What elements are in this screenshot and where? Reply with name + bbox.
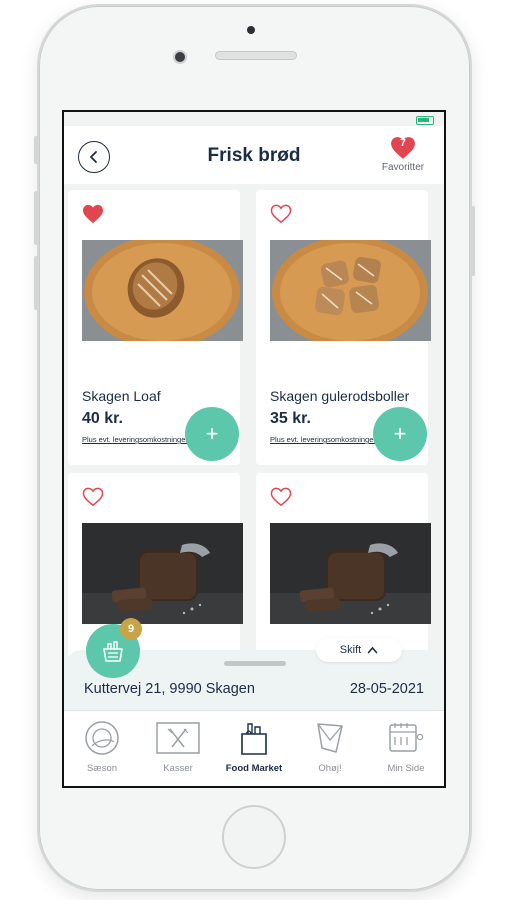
favorites-count: 7 xyxy=(400,138,406,149)
delivery-cost-note[interactable]: Plus evt. leveringsomkostninger xyxy=(270,435,380,444)
heart-filled-icon[interactable] xyxy=(82,204,104,224)
plate-icon xyxy=(64,719,140,757)
product-image[interactable] xyxy=(270,523,431,624)
plus-icon: + xyxy=(393,421,407,446)
product-name: Skagen gulerodsboller xyxy=(270,388,410,404)
product-image[interactable] xyxy=(270,240,431,341)
heart-icon: 7 xyxy=(390,136,416,160)
tab-label: Food Market xyxy=(225,763,283,774)
power-button xyxy=(471,206,475,276)
heart-outline-icon[interactable] xyxy=(270,204,292,224)
plus-icon: + xyxy=(205,421,219,446)
app-screen: Frisk brød 7 Favoritter Skagen Loaf 40 k… xyxy=(62,110,446,788)
grocery-bag-icon xyxy=(216,719,292,757)
cutlery-icon xyxy=(140,719,216,757)
basket-icon xyxy=(103,641,123,662)
tab-label: Ohøj! xyxy=(318,763,342,774)
calendar-icon xyxy=(368,719,444,757)
battery-icon xyxy=(416,116,434,125)
volume-up-button xyxy=(34,191,38,245)
tab-food-market[interactable]: Food Market xyxy=(216,719,292,774)
proximity-sensor xyxy=(247,26,255,34)
tab-label: Kasser xyxy=(163,763,193,774)
heart-outline-icon[interactable] xyxy=(270,487,292,507)
favorites-label: Favoritter xyxy=(381,162,425,173)
heart-outline-icon[interactable] xyxy=(82,487,104,507)
volume-down-button xyxy=(34,256,38,310)
delivery-date: 28-05-2021 xyxy=(349,681,424,697)
tab-saeson[interactable]: Sæson xyxy=(64,719,140,774)
earpiece-speaker xyxy=(215,51,297,60)
sheet-grabber[interactable] xyxy=(224,661,286,666)
product-price: 40 kr. xyxy=(82,410,123,427)
add-to-basket-button[interactable]: + xyxy=(373,407,427,461)
switch-delivery-button[interactable]: Skift xyxy=(316,638,402,662)
product-price: 35 kr. xyxy=(270,410,311,427)
product-image[interactable] xyxy=(82,240,243,341)
tab-ohoj[interactable]: Ohøj! xyxy=(292,719,368,774)
tab-label: Min Side xyxy=(387,763,425,774)
basket-count-badge: 9 xyxy=(120,618,142,640)
favorites-button[interactable]: 7 Favoritter xyxy=(376,136,430,173)
home-button[interactable] xyxy=(222,805,286,869)
product-name: Skagen Loaf xyxy=(82,388,161,404)
mute-switch xyxy=(34,136,38,164)
add-to-basket-button[interactable]: + xyxy=(185,407,239,461)
product-image[interactable] xyxy=(82,523,243,624)
header-bar: Frisk brød 7 Favoritter xyxy=(64,126,444,184)
delivery-address: Kuttervej 21, 9990 Skagen xyxy=(84,681,255,697)
switch-label: Skift xyxy=(339,644,362,656)
tab-kasser[interactable]: Kasser xyxy=(140,719,216,774)
napkin-icon xyxy=(292,719,368,757)
product-card[interactable]: Skagen gulerodsboller 35 kr. Plus evt. l… xyxy=(256,190,431,465)
tab-label: Sæson xyxy=(86,763,118,774)
bottom-tab-bar: Sæson Kasser Food Market Ohøj! Min Side xyxy=(64,710,444,786)
tab-min-side[interactable]: Min Side xyxy=(368,719,444,774)
front-camera xyxy=(173,50,187,64)
chevron-up-icon xyxy=(367,646,378,654)
product-card[interactable]: Skagen Loaf 40 kr. Plus evt. leveringsom… xyxy=(68,190,243,465)
delivery-cost-note[interactable]: Plus evt. leveringsomkostninger xyxy=(82,435,192,444)
